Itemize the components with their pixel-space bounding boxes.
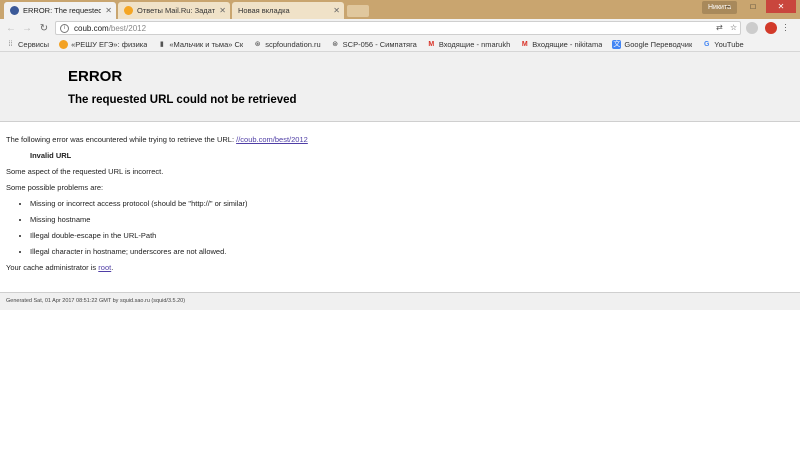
star-icon[interactable]: ☆ (730, 23, 737, 32)
minimize-button[interactable]: – (716, 0, 740, 13)
translate-icon: 文 (612, 39, 622, 49)
tab-label: Новая вкладка (238, 6, 290, 15)
admin-link[interactable]: root (98, 263, 111, 272)
reload-icon[interactable]: ↻ (38, 22, 50, 34)
error-description: Some aspect of the requested URL is inco… (6, 167, 164, 176)
list-item: Missing or incorrect access protocol (sh… (30, 199, 786, 209)
close-icon[interactable]: ✕ (333, 6, 340, 15)
translate-icon[interactable]: ⇄ (716, 23, 723, 32)
address-bar[interactable]: i coub.com/best/2012 ⇄ ☆ (55, 21, 741, 35)
tab-new[interactable]: Новая вкладка ✕ (232, 2, 344, 19)
tab-label: ERROR: The requested U (23, 6, 102, 15)
url-path: /best/2012 (108, 23, 147, 33)
url-host: coub.com (74, 23, 109, 33)
title-bar: ERROR: The requested U ✕ Ответы Mail.Ru:… (0, 0, 800, 19)
bookmark-item[interactable]: ▮ «Мальчик и тьма» Ск (157, 40, 243, 49)
bookmark-item[interactable]: M Входящие - nmarukh (427, 40, 510, 49)
error-body: The following error was encountered whil… (6, 135, 786, 279)
problems-list: Missing or incorrect access protocol (sh… (30, 199, 786, 257)
page-content: ERROR The requested URL could not be ret… (0, 52, 800, 450)
mailru-answers-icon (124, 6, 133, 15)
scp-icon: ⊛ (332, 41, 339, 48)
list-item: Missing hostname (30, 215, 786, 225)
gmail-icon: M (428, 40, 435, 48)
page-title: ERROR (68, 68, 123, 85)
url-link[interactable]: //coub.com/best/2012 (236, 135, 308, 144)
bookmark-item[interactable]: ⊛ SCP-056 - Симпатяга (331, 40, 417, 49)
bookmarks-bar: ⁞⁞ Сервисы «РЕШУ ЕГЭ»: физика ▮ «Мальчик… (0, 37, 800, 52)
list-item: Illegal character in hostname; underscor… (30, 247, 786, 257)
bookmark-item[interactable]: «РЕШУ ЕГЭ»: физика (59, 39, 147, 49)
facebook-icon (10, 6, 19, 15)
adblock-icon[interactable] (765, 22, 777, 34)
bookmark-item[interactable]: M Входящие - nikitama (520, 40, 603, 49)
error-header: ERROR The requested URL could not be ret… (0, 52, 800, 122)
bookmark-item[interactable]: ⊛ scpfoundation.ru (253, 40, 321, 49)
bookmark-item[interactable]: G YouTube (702, 40, 744, 49)
page-subtitle: The requested URL could not be retrieved (68, 94, 297, 106)
google-icon: G (704, 40, 710, 48)
scp-icon: ⊛ (254, 41, 261, 48)
bookmark-item[interactable]: 文 Google Переводчик (612, 39, 692, 49)
tab-mailru-answers[interactable]: Ответы Mail.Ru: Задать ✕ (118, 2, 230, 19)
reshu-ege-icon (59, 39, 69, 49)
menu-icon[interactable]: · · · (784, 20, 787, 35)
new-tab-button[interactable] (347, 5, 369, 17)
bookmark-item[interactable]: ⁞⁞ Сервисы (6, 40, 50, 49)
footer-text: Generated Sat, 01 Apr 2017 08:51:22 GMT … (6, 298, 186, 304)
apps-grid-icon: ⁞⁞ (8, 40, 13, 48)
window-close-button[interactable]: ✕ (766, 0, 796, 13)
forward-arrow-icon[interactable]: → (21, 22, 33, 34)
extension-icon[interactable] (746, 22, 758, 34)
close-icon[interactable]: ✕ (219, 6, 226, 15)
browser-toolbar: ← → ↻ i coub.com/best/2012 ⇄ ☆ · · · (0, 19, 800, 37)
back-arrow-icon[interactable]: ← (5, 22, 17, 34)
info-icon[interactable]: i (60, 23, 69, 33)
problems-heading: Some possible problems are: (6, 183, 104, 192)
error-name: Invalid URL (30, 151, 72, 160)
list-item: Illegal double-escape in the URL-Path (30, 231, 786, 241)
gmail-icon: M (521, 40, 528, 48)
intro-text: The following error was encountered whil… (6, 135, 308, 144)
tab-error[interactable]: ERROR: The requested U ✕ (4, 2, 116, 19)
book-icon: ▮ (159, 41, 164, 48)
close-icon[interactable]: ✕ (105, 6, 112, 15)
admin-text: Your cache administrator is root. (6, 263, 114, 272)
tab-label: Ответы Mail.Ru: Задать (137, 6, 216, 15)
maximize-button[interactable]: □ (741, 0, 765, 13)
